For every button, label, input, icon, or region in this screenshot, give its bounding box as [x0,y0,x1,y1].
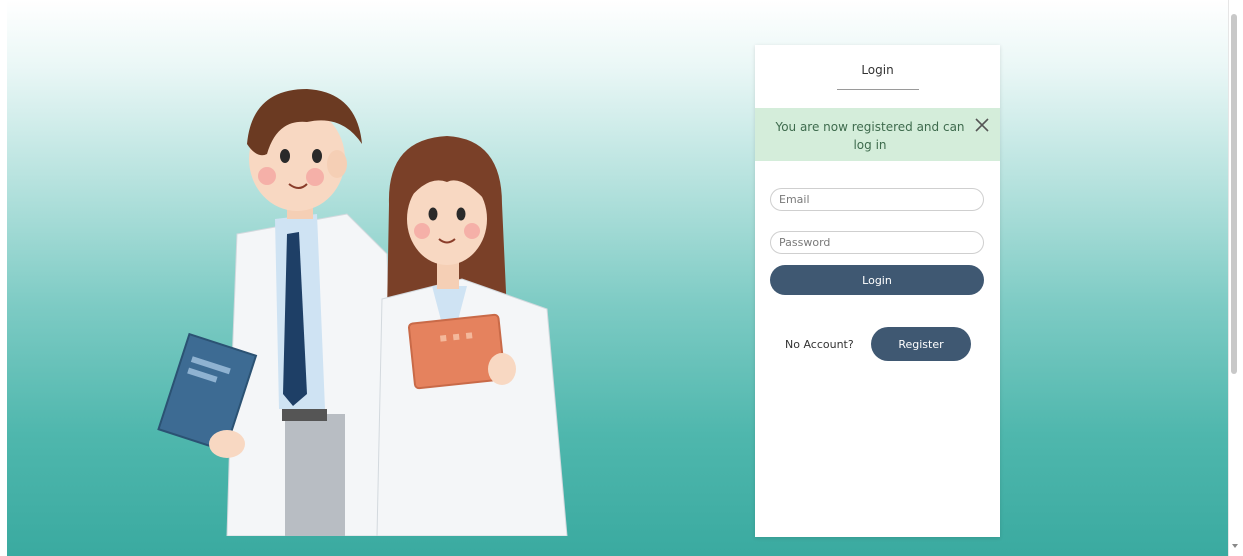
password-field[interactable] [770,231,984,254]
login-button[interactable]: Login [770,265,984,295]
page-background [7,0,1228,556]
scroll-down-arrow-icon[interactable] [1232,544,1238,548]
login-card: Login You are now registered and can log… [755,45,1000,537]
no-account-label: No Account? [785,338,854,351]
alert-message: You are now registered and can log in [775,120,965,152]
login-tab-title[interactable]: Login [755,63,1000,77]
page-left-edge [0,0,7,556]
female-doctor-figure [376,136,568,536]
doctors-illustration [157,89,568,536]
email-field[interactable] [770,188,984,211]
register-button[interactable]: Register [871,327,971,361]
scrollbar-thumb[interactable] [1231,14,1237,374]
male-doctor-figure [157,89,398,536]
login-tab-underline [837,89,919,90]
close-icon[interactable] [973,116,991,134]
success-alert: You are now registered and can log in [755,108,1000,161]
